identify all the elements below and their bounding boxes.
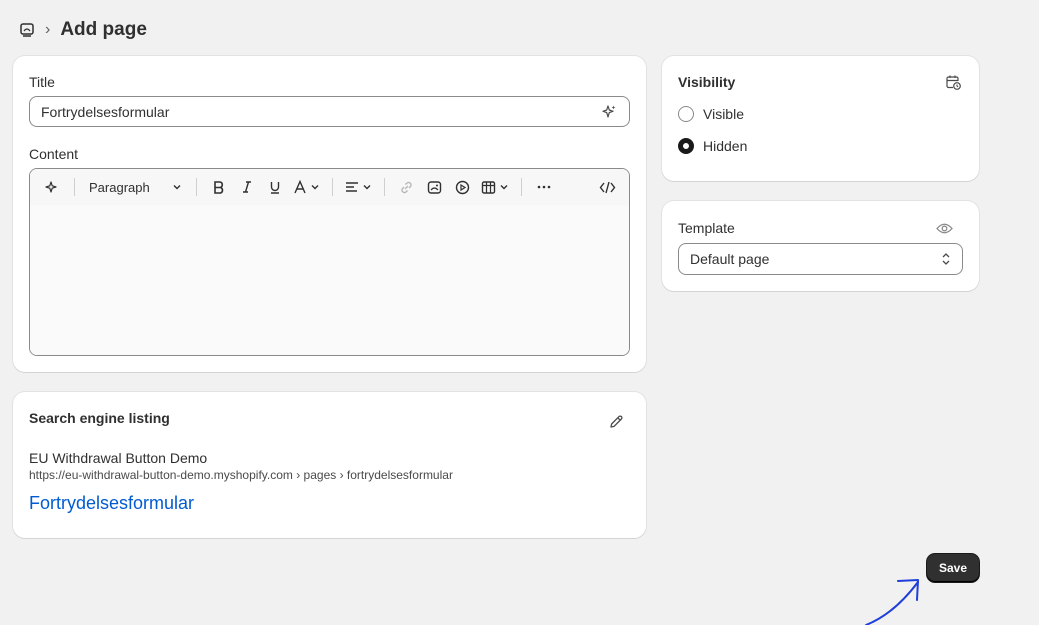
visibility-card: Visibility Visible Hidden — [662, 56, 979, 181]
visibility-title: Visibility — [678, 74, 736, 90]
underline-icon[interactable] — [261, 173, 289, 201]
title-label: Title — [29, 74, 55, 90]
chevron-down-icon — [311, 185, 319, 190]
toolbar-divider — [195, 178, 197, 196]
template-select-value: Default page — [690, 251, 770, 267]
toolbar-divider — [331, 178, 333, 196]
toolbar-divider — [383, 178, 385, 196]
template-label: Template — [678, 220, 735, 236]
seo-card: Search engine listing EU Withdrawal Butt… — [13, 392, 646, 538]
eye-icon[interactable] — [936, 221, 953, 236]
more-icon[interactable] — [530, 173, 558, 201]
toolbar-divider — [520, 178, 522, 196]
page-title: Add page — [60, 19, 147, 40]
image-icon[interactable] — [421, 173, 449, 201]
text-color-icon[interactable] — [289, 173, 324, 201]
sparkle-icon[interactable] — [600, 103, 618, 121]
video-icon[interactable] — [449, 173, 477, 201]
title-input[interactable]: Fortrydelsesformular — [29, 96, 630, 127]
seo-store-name: EU Withdrawal Button Demo — [29, 450, 208, 466]
title-content-card: Title Fortrydelsesformular Content Parag… — [13, 56, 646, 372]
radio-label-visible: Visible — [703, 106, 744, 122]
seo-title: Search engine listing — [29, 410, 170, 426]
seo-url: https://eu-withdrawal-button-demo.myshop… — [29, 468, 453, 482]
title-input-value: Fortrydelsesformular — [41, 103, 170, 120]
link-icon[interactable] — [393, 173, 421, 201]
radio-label-hidden: Hidden — [703, 138, 748, 154]
align-icon[interactable] — [341, 173, 376, 201]
italic-icon[interactable] — [233, 173, 261, 201]
sparkle-icon[interactable] — [38, 173, 66, 201]
save-button[interactable]: Save — [927, 554, 979, 582]
visibility-option-visible[interactable]: Visible — [678, 106, 744, 122]
toolbar-divider — [74, 178, 75, 196]
content-label: Content — [29, 146, 79, 162]
visibility-option-hidden[interactable]: Hidden — [678, 138, 747, 154]
code-icon[interactable] — [593, 173, 621, 201]
paragraph-style-label: Paragraph — [89, 179, 150, 195]
radio-hidden[interactable] — [678, 138, 694, 154]
pages-icon[interactable] — [19, 22, 35, 38]
annotation-arrow-icon — [865, 579, 919, 625]
page-header: › Add page — [19, 18, 147, 42]
bold-icon[interactable] — [205, 173, 233, 201]
editor-toolbar: Paragraph — [30, 169, 629, 205]
edit-pencil-icon[interactable] — [608, 414, 624, 430]
paragraph-style-dropdown[interactable]: Paragraph — [83, 173, 188, 201]
seo-page-title: Fortrydelsesformular — [29, 493, 195, 513]
template-select[interactable]: Default page — [678, 243, 963, 275]
chevron-right-icon: › — [45, 21, 51, 38]
content-editor: Paragraph — [29, 168, 630, 356]
calendar-clock-icon[interactable] — [945, 74, 962, 91]
table-icon[interactable] — [477, 173, 513, 201]
editor-content-area[interactable] — [30, 205, 629, 355]
radio-visible[interactable] — [678, 106, 694, 122]
template-card: Template Default page — [662, 201, 979, 291]
select-arrows-icon — [941, 252, 951, 266]
chevron-down-icon — [500, 185, 508, 190]
chevron-down-icon — [173, 185, 181, 190]
chevron-down-icon — [363, 185, 371, 190]
